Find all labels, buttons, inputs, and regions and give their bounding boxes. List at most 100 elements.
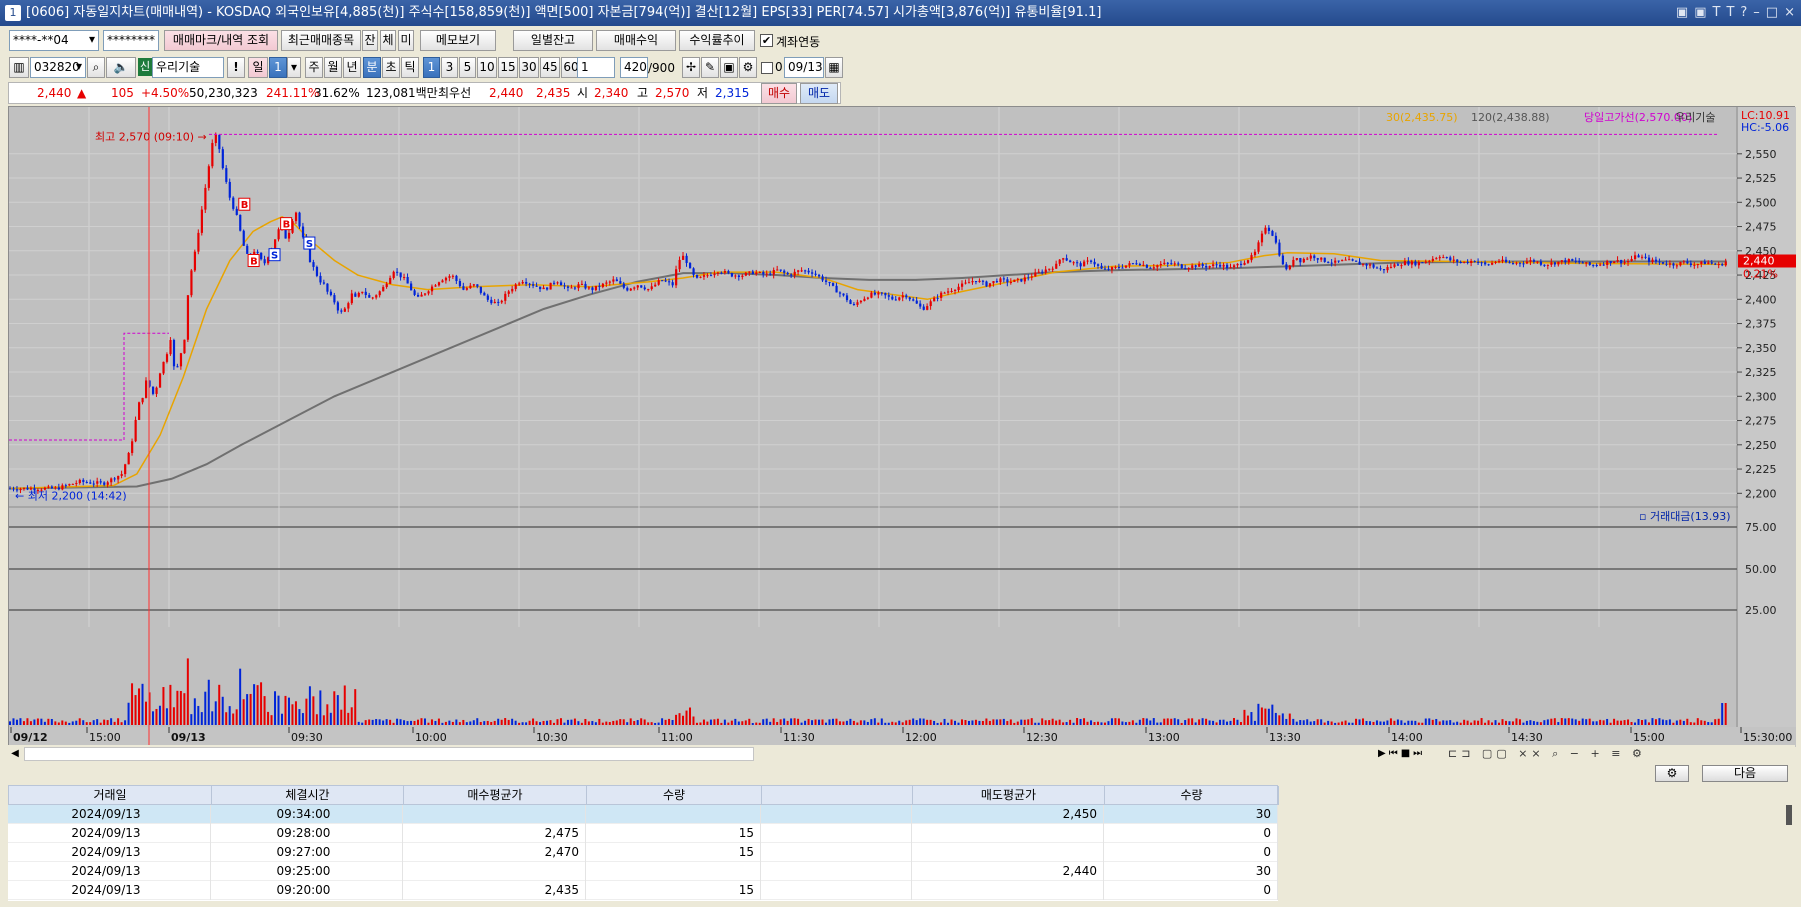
- scroll-left-icon[interactable]: ◀: [8, 747, 22, 761]
- memo-view-button[interactable]: 메모보기: [420, 30, 496, 51]
- interval-value-field[interactable]: 1: [577, 57, 615, 78]
- return-trend-button[interactable]: 수익률추이: [679, 30, 755, 51]
- stock-name-field[interactable]: 우리기술: [152, 57, 224, 78]
- volume-bar: [385, 719, 388, 725]
- font-large-icon[interactable]: T: [1712, 0, 1720, 26]
- table-row[interactable]: 2024/09/13 09:20:00 2,435 15 0: [8, 881, 1278, 900]
- volume-tick-label: 25.00: [1745, 604, 1777, 617]
- table-row[interactable]: 2024/09/13 09:27:00 2,470 15 0: [8, 843, 1278, 862]
- period-minute-button[interactable]: 분: [363, 57, 381, 78]
- maximize-icon[interactable]: □: [1766, 0, 1778, 26]
- volume-bar: [1372, 721, 1375, 725]
- date-field[interactable]: 09/13: [784, 57, 824, 78]
- draw-tool-icon[interactable]: ✎: [701, 57, 719, 78]
- zoom-tools-icon[interactable]: ⊏⊐ ▢▢ ⨯⨯ ⌕ − + ≡ ⚙: [1448, 747, 1788, 761]
- candle-body: [933, 297, 936, 302]
- trade-profit-button[interactable]: 매매수익: [596, 30, 676, 51]
- alert-button[interactable]: !: [227, 57, 245, 78]
- chevron-down-icon[interactable]: ▾: [72, 57, 86, 78]
- font-small-icon[interactable]: T: [1726, 0, 1734, 26]
- period-month-button[interactable]: 월: [324, 57, 342, 78]
- period-tick-button[interactable]: 틱: [401, 57, 419, 78]
- grid-settings-icon[interactable]: ⚙: [1655, 765, 1689, 782]
- table-row[interactable]: 2024/09/13 09:25:00 2,440 30: [8, 862, 1278, 881]
- minimize-icon[interactable]: –: [1753, 0, 1760, 26]
- date-checkbox[interactable]: [761, 62, 773, 74]
- volume-bar: [1640, 720, 1643, 725]
- trade-mark-query-button[interactable]: 매매마크/내역 조회: [164, 30, 278, 51]
- daily-balance-button[interactable]: 일별잔고: [513, 30, 593, 51]
- save-icon[interactable]: ▣: [720, 57, 738, 78]
- help-icon[interactable]: ?: [1740, 0, 1747, 26]
- chevron-down-icon[interactable]: ▾: [85, 30, 99, 51]
- candle-body: [762, 271, 765, 275]
- calendar-icon[interactable]: ▦: [825, 57, 843, 78]
- gear-icon[interactable]: ⚙: [739, 57, 757, 78]
- next-button[interactable]: 다음: [1702, 765, 1788, 782]
- interval-1-button[interactable]: 1: [423, 57, 440, 78]
- period-week-button[interactable]: 주: [305, 57, 323, 78]
- account-link-checkbox[interactable]: ✔: [760, 34, 773, 47]
- candle-body: [1410, 261, 1414, 265]
- search-icon[interactable]: ⌕: [87, 57, 105, 78]
- close-icon[interactable]: ×: [1784, 0, 1795, 26]
- volume-bar: [772, 718, 775, 725]
- candle-body: [1142, 264, 1145, 266]
- interval-3-button[interactable]: 3: [441, 57, 458, 78]
- price-chart[interactable]: ▫ 거래대금(13.93) 75.00 50.00 25.00 2,550 2,525 2…: [9, 107, 1796, 747]
- table-row[interactable]: 2024/09/13 09:34:00 2,450 30: [8, 805, 1278, 824]
- candle-body: [898, 297, 901, 300]
- candle-body: [1470, 260, 1473, 264]
- crosshair-icon[interactable]: ✢: [682, 57, 700, 78]
- candle-body: [96, 481, 99, 484]
- candle-body: [922, 306, 925, 310]
- candle-body: [1009, 281, 1013, 283]
- sell-button[interactable]: 매도: [800, 83, 838, 104]
- window-title: [0606] 자동일지차트(매매내역) - KOSDAQ 외국인보유[4,885…: [26, 5, 1102, 20]
- candle-body: [1473, 260, 1476, 262]
- candle-body: [779, 269, 782, 271]
- balance-button[interactable]: 잔: [362, 30, 378, 51]
- layout-icon[interactable]: ▥: [9, 57, 29, 78]
- candle-body: [1295, 258, 1298, 260]
- password-field[interactable]: ********: [103, 30, 159, 51]
- executed-button[interactable]: 체: [380, 30, 396, 51]
- buy-button[interactable]: 매수: [761, 83, 797, 104]
- period-second-button[interactable]: 초: [382, 57, 400, 78]
- interval-15-button[interactable]: 15: [498, 57, 518, 78]
- candle-body: [1306, 258, 1309, 260]
- period-day-button[interactable]: 일: [248, 57, 268, 78]
- interval-10-button[interactable]: 10: [477, 57, 497, 78]
- playback-controls-icon[interactable]: ▶⏮■⏭: [1378, 747, 1438, 761]
- volume-bar: [1682, 720, 1685, 725]
- volume-bar: [1539, 722, 1542, 725]
- grid-cell: 30: [1104, 862, 1278, 881]
- grid-cell: [403, 805, 586, 824]
- recent-trade-stocks-button[interactable]: 최근매매종목: [281, 30, 361, 51]
- interval-45-button[interactable]: 45: [540, 57, 560, 78]
- candle-body: [1058, 259, 1061, 264]
- volume-bar: [490, 721, 493, 725]
- unexecuted-button[interactable]: 미: [398, 30, 414, 51]
- candle-body: [633, 287, 636, 289]
- speaker-icon[interactable]: 🔈: [106, 57, 136, 78]
- interval-30-button[interactable]: 30: [519, 57, 539, 78]
- volume-bar: [615, 720, 618, 725]
- period-value-field[interactable]: 1: [269, 57, 287, 78]
- scrollbar-thumb[interactable]: [24, 747, 754, 761]
- tile-icon[interactable]: ▣: [1694, 0, 1706, 26]
- volume-bar: [797, 718, 800, 725]
- table-row[interactable]: 2024/09/13 09:28:00 2,475 15 0: [8, 824, 1278, 843]
- candle-body: [1027, 277, 1030, 279]
- grid-scrollbar[interactable]: [1786, 805, 1792, 825]
- volume-bar: [1721, 703, 1724, 725]
- chevron-down-icon[interactable]: ▾: [287, 57, 301, 78]
- chart-area[interactable]: ▫ 거래대금(13.93) 75.00 50.00 25.00 2,550 2,525 2…: [8, 106, 1796, 747]
- grid-cell: 09:34:00: [211, 805, 403, 824]
- volume-bar: [375, 719, 378, 725]
- bar-count-field[interactable]: 420: [620, 57, 648, 78]
- restore-icon[interactable]: ▣: [1676, 0, 1688, 26]
- period-year-button[interactable]: 년: [343, 57, 361, 78]
- interval-5-button[interactable]: 5: [459, 57, 476, 78]
- volume-bar: [870, 719, 873, 725]
